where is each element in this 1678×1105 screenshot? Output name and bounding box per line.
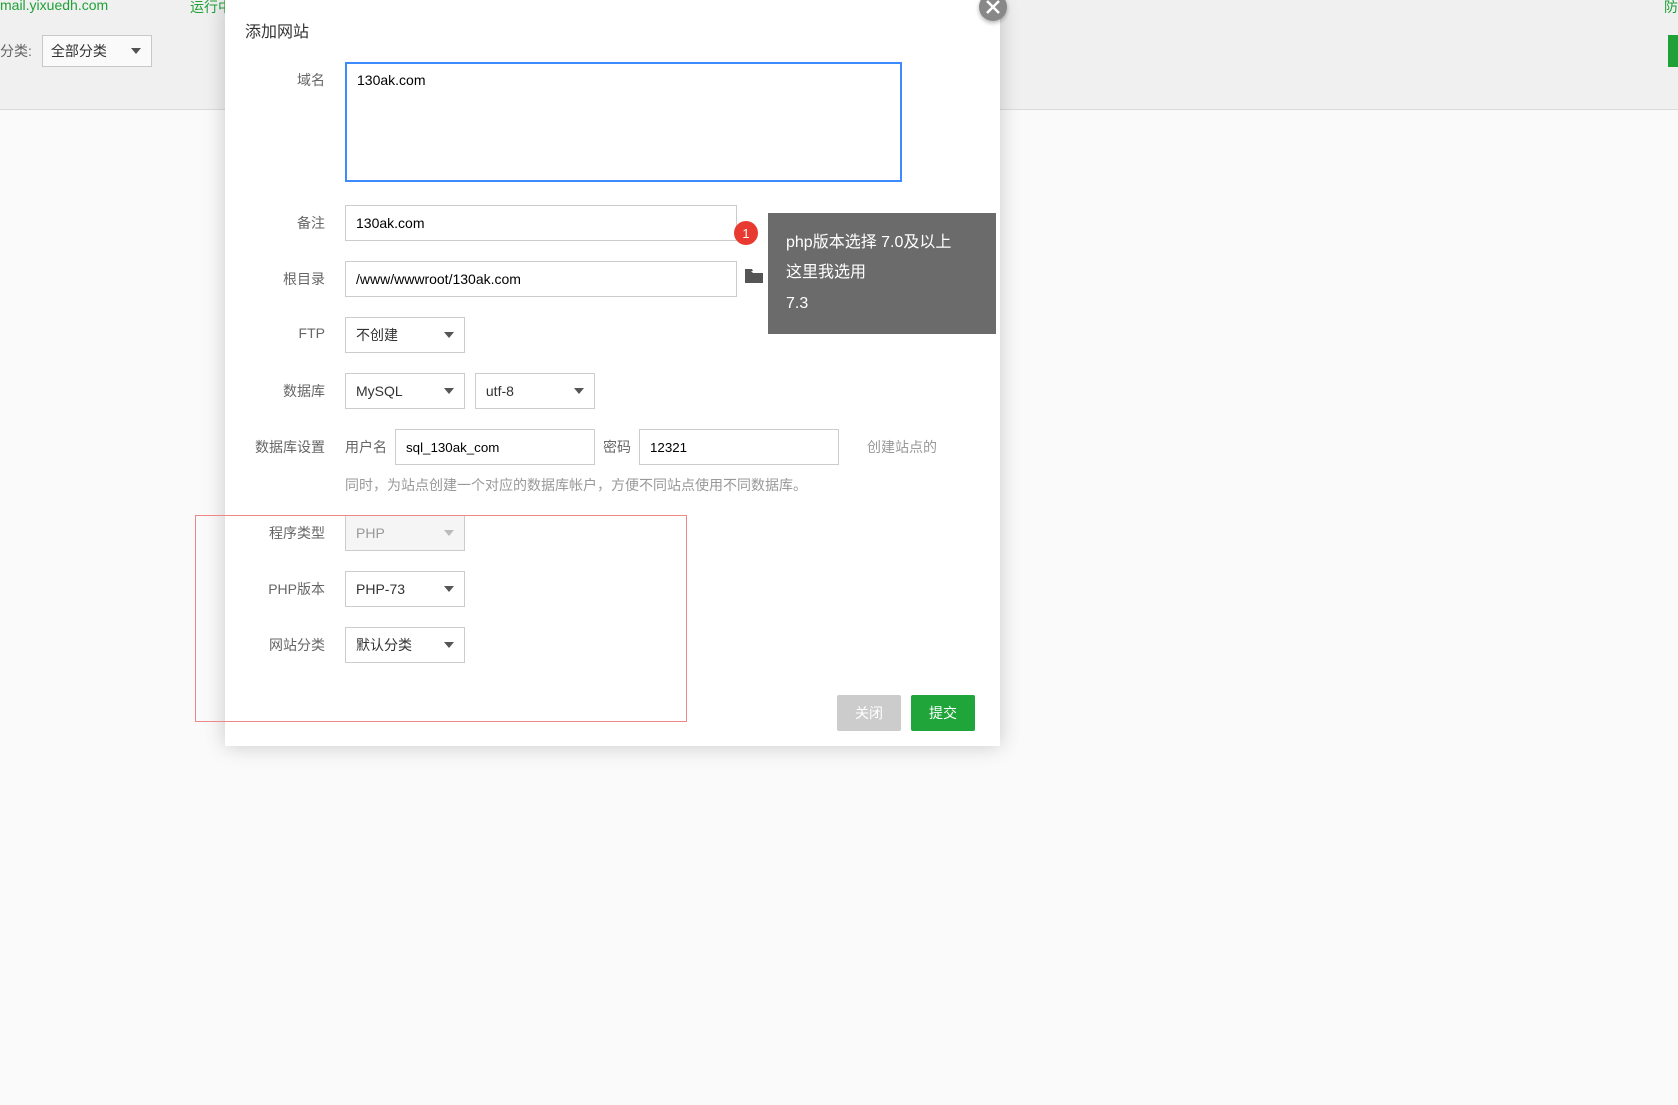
ftp-value: 不创建	[356, 325, 398, 345]
label-database: 数据库	[245, 373, 345, 401]
row-php-version: PHP版本 PHP-73	[225, 571, 1000, 607]
chevron-down-icon	[444, 332, 454, 338]
chevron-down-icon	[444, 530, 454, 536]
chevron-down-icon	[444, 642, 454, 648]
db-pass-label: 密码	[603, 437, 631, 457]
chevron-down-icon	[444, 586, 454, 592]
annotation-line1: php版本选择 7.0及以上	[786, 228, 978, 258]
label-ftp: FTP	[245, 317, 345, 341]
chevron-down-icon	[574, 388, 584, 394]
db-user-label: 用户名	[345, 437, 387, 457]
db-charset-select[interactable]: utf-8	[475, 373, 595, 409]
chevron-down-icon	[444, 388, 454, 394]
row-db-settings: 数据库设置 用户名 密码 创建站点的 同时，为站点创建一个对应的数据库帐户，方便…	[225, 429, 1000, 495]
program-type-value: PHP	[356, 525, 385, 541]
label-remark: 备注	[245, 205, 345, 233]
db-hint-inline: 创建站点的	[867, 437, 937, 457]
db-type-select[interactable]: MySQL	[345, 373, 465, 409]
folder-icon[interactable]	[745, 269, 763, 283]
db-type-value: MySQL	[356, 383, 403, 399]
row-program-type: 程序类型 PHP	[225, 515, 1000, 551]
db-hint-below: 同时，为站点创建一个对应的数据库帐户，方便不同站点使用不同数据库。	[345, 475, 980, 495]
ftp-select[interactable]: 不创建	[345, 317, 465, 353]
label-root: 根目录	[245, 261, 345, 289]
annotation-badge: 1	[734, 221, 758, 245]
annotation-line3: 7.3	[786, 289, 978, 319]
label-program-type: 程序类型	[245, 515, 345, 543]
cancel-button[interactable]: 关闭	[837, 695, 901, 731]
label-db-settings: 数据库设置	[245, 429, 345, 457]
modal-footer: 关闭 提交	[225, 683, 1000, 731]
submit-button[interactable]: 提交	[911, 695, 975, 731]
db-pass-input[interactable]	[639, 429, 839, 465]
modal-title: 添加网站	[225, 0, 1000, 62]
label-site-category: 网站分类	[245, 627, 345, 655]
php-version-value: PHP-73	[356, 581, 405, 597]
root-input[interactable]	[345, 261, 737, 297]
add-site-modal: 添加网站 域名 备注 根目录 FTP 不创建 数据库	[225, 0, 1000, 746]
annotation-line2: 这里我选用	[786, 258, 978, 288]
php-version-select[interactable]: PHP-73	[345, 571, 465, 607]
db-user-input[interactable]	[395, 429, 595, 465]
site-category-select[interactable]: 默认分类	[345, 627, 465, 663]
label-php-version: PHP版本	[245, 571, 345, 599]
db-charset-value: utf-8	[486, 383, 514, 399]
row-database: 数据库 MySQL utf-8	[225, 373, 1000, 409]
domain-input[interactable]	[345, 62, 902, 182]
remark-input[interactable]	[345, 205, 737, 241]
label-domain: 域名	[245, 62, 345, 90]
site-category-value: 默认分类	[356, 635, 412, 655]
annotation-tooltip: php版本选择 7.0及以上 这里我选用 7.3	[768, 213, 996, 334]
row-site-category: 网站分类 默认分类	[225, 627, 1000, 663]
program-type-select: PHP	[345, 515, 465, 551]
row-domain: 域名	[225, 62, 1000, 185]
